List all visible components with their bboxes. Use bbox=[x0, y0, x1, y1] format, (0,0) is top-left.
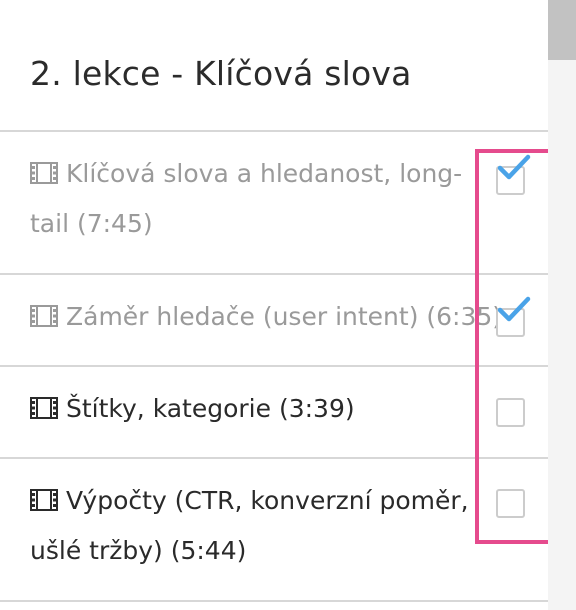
lesson-text-3: Štítky, kategorie (3:39) bbox=[30, 384, 500, 434]
scrollbar-track[interactable] bbox=[548, 0, 576, 610]
lesson-complete-checkbox[interactable] bbox=[496, 398, 525, 427]
lesson-item-1[interactable]: Klíčová slova a hledanost, long-tail (7:… bbox=[0, 132, 548, 275]
lesson-item-4[interactable]: Výpočty (CTR, konverzní poměr, ušlé tržb… bbox=[0, 459, 548, 602]
course-page: 2. lekce - Klíčová slova Klíčová slova a bbox=[0, 0, 576, 610]
lesson-text-2: Záměr hledače (user intent) (6:35) bbox=[30, 292, 500, 342]
lesson-list: Klíčová slova a hledanost, long-tail (7:… bbox=[0, 130, 548, 602]
lesson-label: Štítky, kategorie (3:39) bbox=[66, 394, 355, 423]
lesson-text-4: Výpočty (CTR, konverzní poměr, ušlé tržb… bbox=[30, 476, 500, 576]
lesson-label: Záměr hledače (user intent) (6:35) bbox=[66, 302, 500, 331]
lesson-complete-checkbox[interactable] bbox=[496, 166, 525, 195]
film-icon bbox=[30, 489, 58, 511]
lesson-item-3[interactable]: Štítky, kategorie (3:39) bbox=[0, 367, 548, 459]
lesson-text-1: Klíčová slova a hledanost, long-tail (7:… bbox=[30, 149, 500, 249]
scrollbar-thumb[interactable] bbox=[548, 0, 576, 60]
lesson-label: Klíčová slova a hledanost, long-tail (7:… bbox=[30, 159, 463, 238]
section-title: 2. lekce - Klíčová slova bbox=[30, 54, 412, 93]
film-icon bbox=[30, 162, 58, 184]
lesson-complete-checkbox[interactable] bbox=[496, 489, 525, 518]
lesson-label: Výpočty (CTR, konverzní poměr, ušlé tržb… bbox=[30, 486, 469, 565]
film-icon bbox=[30, 305, 58, 327]
lesson-complete-checkbox[interactable] bbox=[496, 308, 525, 337]
film-icon bbox=[30, 397, 58, 419]
lesson-item-2[interactable]: Záměr hledače (user intent) (6:35) bbox=[0, 275, 548, 367]
